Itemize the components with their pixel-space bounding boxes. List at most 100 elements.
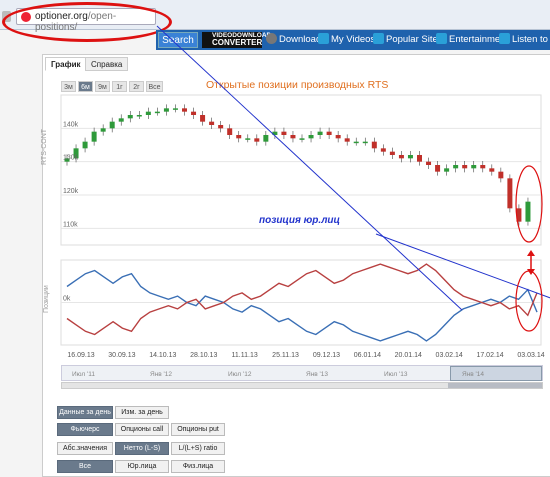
filter-ratio[interactable]: L/(L+S) ratio: [171, 442, 225, 455]
candle: [263, 135, 269, 142]
x-tick-label: 09.12.13: [313, 352, 340, 359]
candle: [398, 155, 404, 159]
series-line-red: [66, 263, 538, 336]
x-tick-label: 25.11.13: [272, 352, 299, 359]
play-icon: [373, 33, 384, 44]
candle: [371, 141, 377, 149]
candle: [407, 155, 413, 159]
candle: [417, 155, 422, 162]
filter-daily-change[interactable]: Изм. за день: [115, 406, 169, 419]
y-tick-label: 140k: [63, 121, 79, 128]
candle: [118, 118, 124, 122]
candle: [308, 135, 314, 139]
y-tick-label-zero: 0k: [63, 296, 71, 303]
filter-absolute[interactable]: Абс.значения: [57, 442, 113, 455]
toolbar-entertainment[interactable]: Entertainment: [436, 33, 508, 47]
tick-labels-group: 140k 130k 120k 110k 0k 16.09.13 30.09.13 14.10.…: [63, 121, 545, 359]
play-icon: [436, 33, 447, 44]
x-tick-label: 03.03.14: [517, 352, 544, 359]
candle: [172, 108, 178, 110]
y-tick-label: 110k: [63, 221, 78, 228]
x-tick-label: 03.02.14: [436, 352, 463, 359]
toolbar-search-button[interactable]: Search: [158, 32, 198, 48]
chart-panel: График Справка 3м 6м 9м 1г 2г Все Открыт…: [41, 54, 550, 477]
candle: [145, 111, 151, 115]
candle: [127, 115, 133, 119]
candle: [281, 131, 287, 135]
candle: [344, 138, 350, 142]
filter-all[interactable]: Все: [57, 460, 113, 473]
candle: [109, 121, 115, 129]
candle: [326, 131, 332, 135]
candle: [362, 141, 368, 144]
candle: [489, 168, 495, 172]
candle: [507, 178, 513, 209]
play-icon: [499, 33, 510, 44]
navigator-label: Янв '12: [150, 371, 173, 378]
candle: [136, 115, 142, 117]
candle: [525, 201, 531, 222]
candle: [82, 141, 88, 149]
filter-individuals[interactable]: Физ.лица: [171, 460, 225, 473]
candles-group: [64, 104, 531, 226]
navigator[interactable]: Июл '11 Янв '12 Июл '12 Янв '13 Июл '13 Янв '…: [61, 365, 543, 381]
highlight-oval: [2, 2, 172, 42]
browser-toolbar: Search VIDEODOWNLOAD CONVERTER Download …: [156, 30, 550, 50]
chart-svg: 140k 130k 120k 110k 0k 16.09.13 30.09.13 14.10.…: [60, 94, 545, 359]
filter-legal-entities[interactable]: Юр.лица: [115, 460, 169, 473]
candle: [426, 161, 432, 165]
candle: [209, 121, 215, 125]
videodownload-converter-logo[interactable]: VIDEODOWNLOAD CONVERTER: [202, 32, 271, 48]
candle: [462, 165, 468, 169]
download-icon: [266, 33, 277, 44]
navigator-label: Янв '14: [462, 371, 485, 378]
x-tick-label: 11.11.13: [232, 352, 258, 359]
x-tick-label: 28.10.13: [190, 352, 217, 359]
toolbar-popular-sites[interactable]: Popular Sites: [373, 33, 443, 47]
candle: [91, 131, 97, 142]
candle: [236, 135, 242, 139]
toolbar-popular-sites-label: Popular Sites: [386, 34, 443, 45]
candle: [471, 165, 477, 169]
play-icon: [318, 33, 329, 44]
y-tick-label: 120k: [63, 188, 79, 195]
candle: [227, 128, 233, 135]
scrollbar-thumb[interactable]: [448, 383, 542, 388]
candle: [100, 128, 106, 132]
x-tick-label: 16.09.13: [67, 352, 94, 359]
filter-futures[interactable]: Фьючерс: [57, 423, 113, 436]
x-tick-label: 06.01.14: [354, 352, 381, 359]
toolbar-download-label: Download: [279, 34, 322, 45]
candle: [353, 141, 359, 144]
annotation-label: позиция юр.лиц: [259, 215, 340, 226]
filter-daily-data[interactable]: Данные за день: [57, 406, 113, 419]
filter-options-call[interactable]: Опционы call: [115, 423, 169, 436]
candle: [218, 125, 224, 129]
candle: [290, 135, 296, 139]
candle: [200, 115, 206, 122]
candle: [498, 171, 504, 179]
navigator-label: Июл '12: [228, 371, 252, 378]
toolbar-download[interactable]: Download: [266, 33, 321, 47]
candle: [245, 138, 251, 140]
candle: [380, 148, 386, 152]
x-tick-label: 17.02.14: [476, 352, 503, 359]
navigator-scrollbar[interactable]: [61, 382, 543, 389]
x-tick-label: 20.01.14: [395, 352, 422, 359]
filter-options-put[interactable]: Опционы put: [171, 423, 225, 436]
filter-net[interactable]: Нетто (L-S): [115, 442, 169, 455]
candle: [191, 111, 197, 115]
candle: [435, 165, 441, 172]
toolbar-my-videos[interactable]: My Videos: [318, 33, 375, 47]
x-tick-label: 30.09.13: [108, 352, 135, 359]
toolbar-listen[interactable]: Listen to thi: [499, 33, 550, 47]
candle: [335, 135, 341, 139]
navigator-label: Июл '13: [384, 371, 408, 378]
browser-address-bar: optioner.org/open-positions/: [0, 0, 550, 42]
navigator-label: Июл '11: [72, 371, 95, 378]
navigator-label: Янв '13: [306, 371, 329, 378]
vd-logo-line2: CONVERTER: [212, 38, 263, 47]
candle: [154, 111, 160, 114]
candle: [453, 165, 459, 169]
toolbar-my-videos-label: My Videos: [331, 34, 376, 45]
